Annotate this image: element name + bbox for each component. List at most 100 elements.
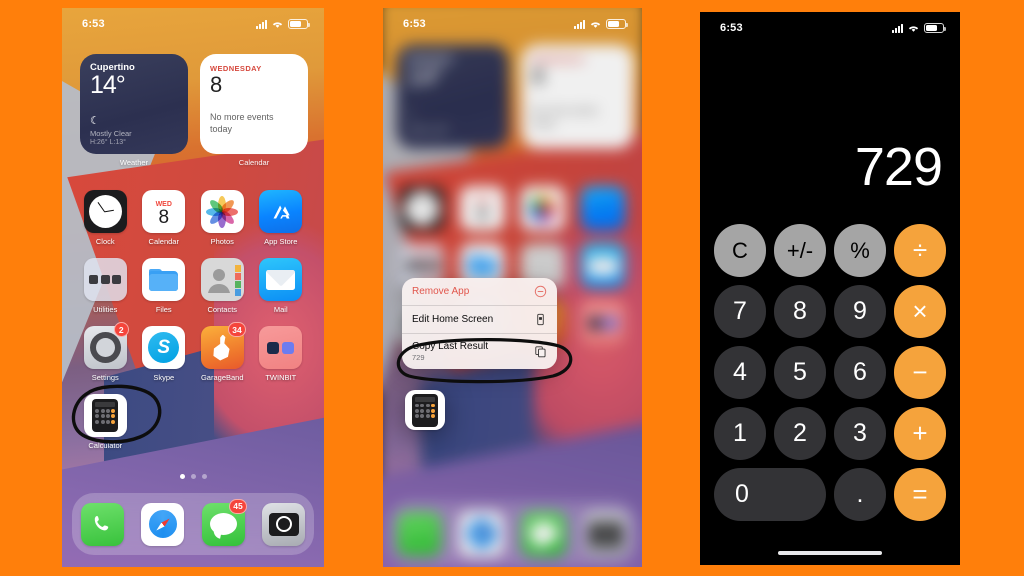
mail-icon[interactable]	[259, 258, 303, 301]
photos-icon[interactable]	[200, 190, 244, 233]
battery-icon	[288, 19, 310, 29]
signal-bars-icon	[574, 19, 585, 29]
digit-2-key[interactable]: 2	[774, 407, 826, 460]
skype-icon[interactable]: S	[142, 326, 186, 369]
subtract-key[interactable]: −	[894, 346, 946, 399]
digit-1-key[interactable]: 1	[714, 407, 766, 460]
status-bar-indicators	[892, 23, 946, 33]
weather-widget[interactable]: Cupertino 14° ☾ Mostly Clear H:26° L:13°…	[80, 54, 188, 167]
weather-widget-card[interactable]: Cupertino 14° ☾ Mostly Clear H:26° L:13°	[80, 54, 188, 154]
app-label: Utilities	[93, 305, 118, 314]
dock-app-safari[interactable]	[141, 502, 185, 546]
files-icon[interactable]	[142, 258, 186, 301]
lifted-app-calculator[interactable]	[405, 390, 445, 430]
app-mail[interactable]: Mail	[252, 258, 311, 314]
percent-key[interactable]: %	[834, 224, 886, 277]
divide-key[interactable]: ÷	[894, 224, 946, 277]
clock-icon[interactable]	[83, 190, 127, 233]
utilities-folder-icon[interactable]	[83, 258, 127, 301]
decimal-key[interactable]: .	[834, 468, 886, 521]
app-twinbit[interactable]: TWINBIT	[252, 326, 311, 382]
context-menu-item-edit-home-screen[interactable]: Edit Home Screen	[402, 306, 557, 334]
calendar-widget-label: Calendar	[238, 158, 270, 167]
status-badge: 2	[113, 322, 129, 337]
context-menu-item-sublabel: 729	[412, 353, 425, 362]
status-bar-indicators	[256, 19, 310, 29]
dock-app-messages[interactable]: 45	[201, 498, 247, 546]
app-garageband[interactable]: 34 GarageBand	[193, 322, 252, 382]
app-store-icon[interactable]	[259, 190, 303, 233]
sign-toggle-key[interactable]: +/-	[774, 224, 826, 277]
weather-temperature: 14°	[90, 71, 126, 99]
calendar-widget-card[interactable]: WEDNESDAY 8 No more events today	[200, 54, 308, 154]
safari-icon[interactable]	[141, 502, 185, 546]
app-skype[interactable]: S Skype	[135, 326, 194, 382]
digit-7-key[interactable]: 7	[714, 285, 766, 338]
context-menu-item-copy-last-result[interactable]: Copy Last Result 729	[402, 334, 557, 369]
app-grid: Clock WED 8 Calendar Photos App Store Ut…	[76, 190, 310, 450]
wifi-icon	[907, 23, 920, 33]
app-label: Clock	[95, 237, 115, 246]
contacts-icon[interactable]	[200, 258, 244, 301]
calculator-screen: 6:53 729 C +/- % ÷ 7 8 9 × 4 5 6 − 1 2 3…	[700, 12, 960, 565]
app-settings[interactable]: 2 Settings	[76, 322, 135, 382]
phone-icon[interactable]	[80, 502, 124, 546]
multiply-key[interactable]: ×	[894, 285, 946, 338]
screenshot-stage: 6:53 Cupertino 14° ☾ Mostly Clear H:26° …	[0, 0, 1024, 576]
weather-high-low: H:26° L:13°	[90, 139, 126, 147]
page-indicator[interactable]	[62, 474, 324, 479]
app-app-store[interactable]: App Store	[252, 190, 311, 246]
calculator-icon[interactable]	[405, 390, 445, 430]
app-label: Calculator	[88, 441, 123, 450]
phone-3-calculator: 6:53 729 C +/- % ÷ 7 8 9 × 4 5 6 − 1 2 3…	[700, 12, 960, 565]
dock-app-camera[interactable]	[262, 502, 306, 546]
dock-app-phone[interactable]	[80, 502, 124, 546]
app-label: Files	[155, 305, 172, 314]
digit-5-key[interactable]: 5	[774, 346, 826, 399]
calendar-note: No more events today	[210, 112, 274, 135]
calculator-keypad: C +/- % ÷ 7 8 9 × 4 5 6 − 1 2 3 + 0 . =	[714, 224, 946, 521]
calendar-widget[interactable]: WEDNESDAY 8 No more events today Calenda…	[200, 54, 308, 167]
digit-3-key[interactable]: 3	[834, 407, 886, 460]
status-bar-time: 6:53	[720, 22, 743, 34]
app-utilities[interactable]: Utilities	[76, 258, 135, 314]
context-menu-item-remove-app[interactable]: Remove App	[402, 278, 557, 306]
status-bar: 6:53	[383, 8, 642, 34]
digit-4-key[interactable]: 4	[714, 346, 766, 399]
app-clock[interactable]: Clock	[76, 190, 135, 246]
app-label: Settings	[91, 373, 119, 382]
status-badge: 45	[229, 498, 247, 514]
phone-2-context-menu: Cupertino 14° ☾ Mostly Clear H:26° L:13° WE…	[383, 8, 642, 567]
context-menu-item-label: Copy Last Result	[412, 341, 489, 352]
digit-6-key[interactable]: 6	[834, 346, 886, 399]
app-label: Mail	[273, 305, 288, 314]
calculator-icon[interactable]	[83, 394, 127, 437]
weather-condition: Mostly Clear	[90, 129, 132, 139]
app-label: TWINBIT	[265, 373, 297, 382]
clear-key[interactable]: C	[714, 224, 766, 277]
status-bar: 6:53	[62, 8, 324, 34]
digit-8-key[interactable]: 8	[774, 285, 826, 338]
phone-1-screen: 6:53 Cupertino 14° ☾ Mostly Clear H:26° …	[62, 8, 324, 567]
equals-key[interactable]: =	[894, 468, 946, 521]
app-calendar[interactable]: WED 8 Calendar	[135, 190, 194, 246]
context-menu: Remove App Edit Home Screen Copy Last Re…	[402, 278, 557, 369]
app-calculator[interactable]: Calculator	[76, 394, 135, 450]
status-bar-time: 6:53	[403, 18, 426, 30]
app-files[interactable]: Files	[135, 258, 194, 314]
add-key[interactable]: +	[894, 407, 946, 460]
app-label: Skype	[153, 373, 175, 382]
copy-icon	[534, 345, 547, 358]
phone-2-screen: Cupertino 14° ☾ Mostly Clear H:26° L:13° WE…	[383, 8, 642, 567]
camera-icon[interactable]	[262, 502, 306, 546]
twinbit-folder-icon[interactable]	[259, 326, 303, 369]
signal-bars-icon	[256, 19, 267, 29]
digit-0-key[interactable]: 0	[714, 468, 826, 521]
home-indicator[interactable]	[778, 551, 882, 555]
app-contacts[interactable]: Contacts	[193, 258, 252, 314]
status-bar: 6:53	[700, 12, 960, 38]
digit-9-key[interactable]: 9	[834, 285, 886, 338]
app-photos[interactable]: Photos	[193, 190, 252, 246]
moon-icon: ☾	[90, 115, 100, 128]
calendar-icon[interactable]: WED 8	[142, 190, 186, 233]
